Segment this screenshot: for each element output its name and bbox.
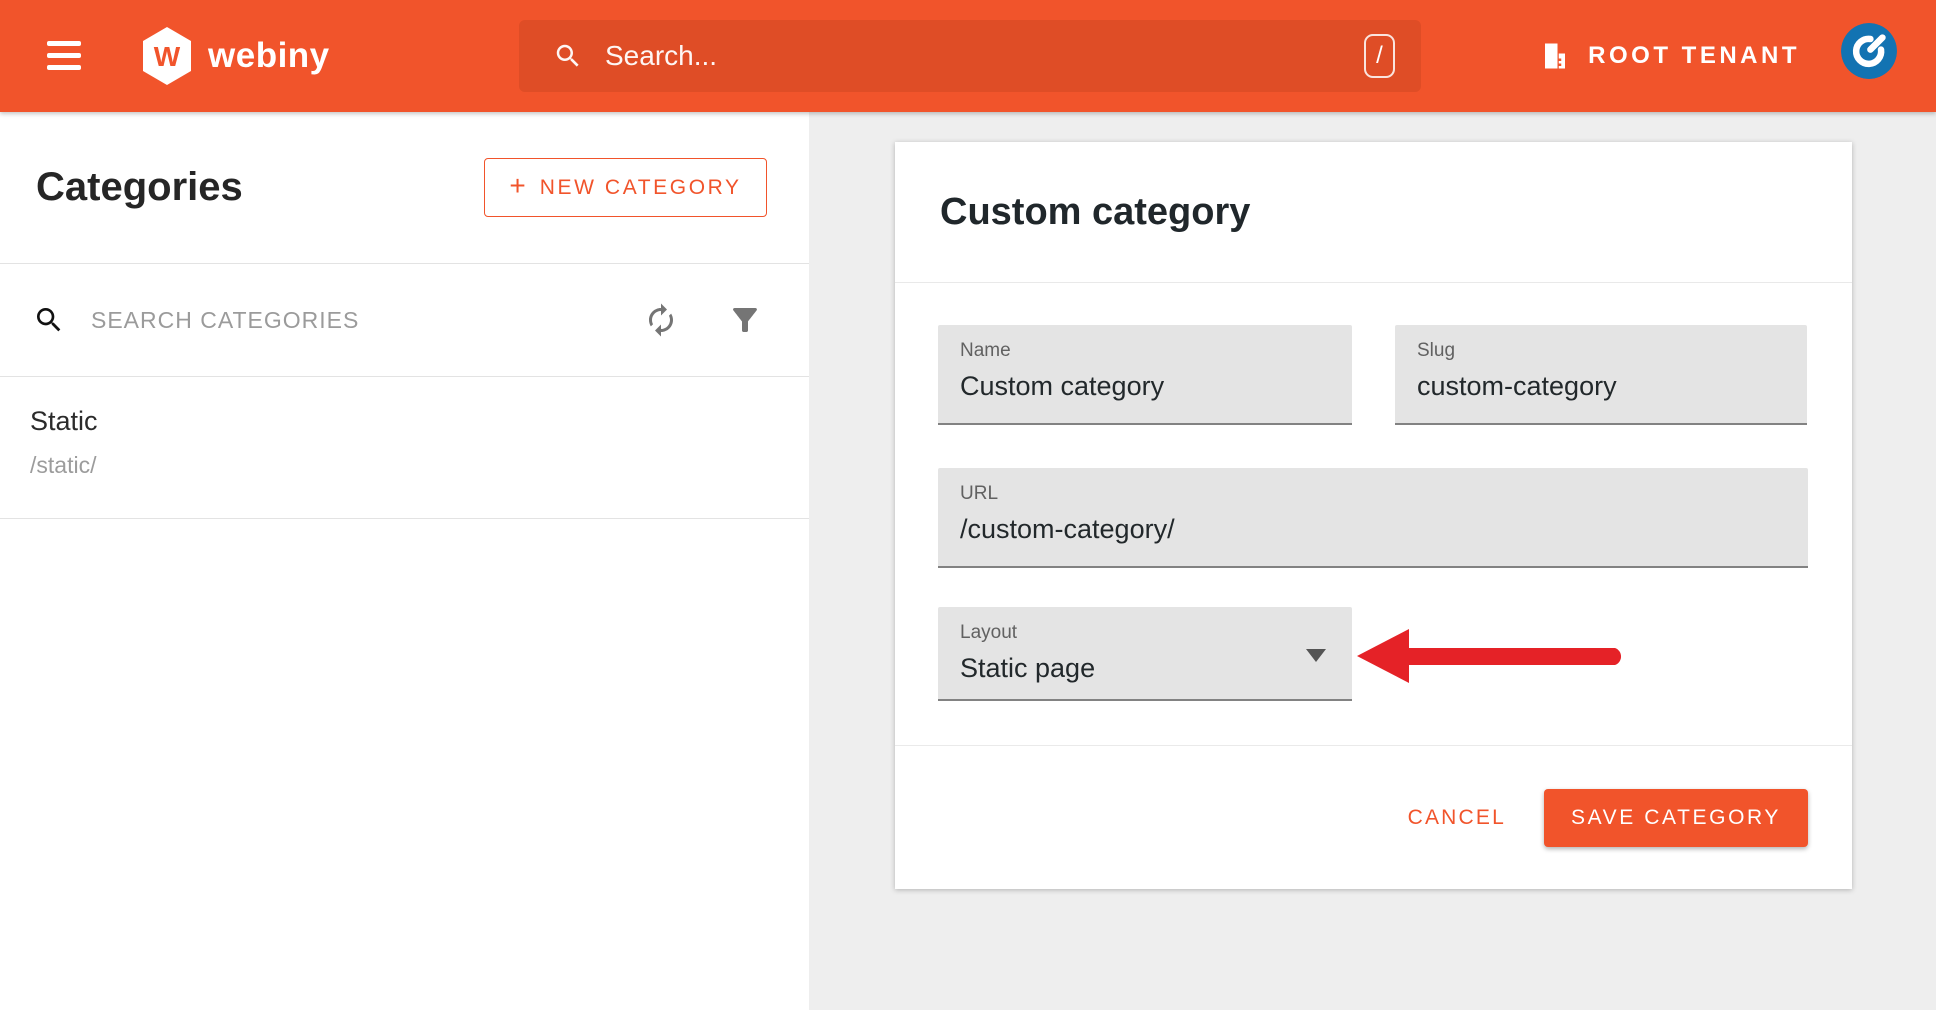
filter-button[interactable] — [727, 302, 763, 338]
category-list-item[interactable]: Static /static/ — [0, 377, 809, 519]
menu-icon[interactable] — [47, 41, 81, 70]
refresh-icon — [643, 302, 679, 338]
plus-icon: + — [509, 170, 525, 202]
category-name: Static — [30, 406, 779, 437]
new-category-button[interactable]: + NEW CATEGORY — [484, 158, 767, 217]
tenant-label: ROOT TENANT — [1588, 42, 1800, 70]
content-area: Custom category Name Custom category Slu… — [809, 112, 1936, 1010]
svg-text:W: W — [154, 41, 181, 72]
layout-select-value: Static page — [960, 653, 1330, 684]
slash-shortcut-badge: / — [1364, 34, 1395, 78]
global-search-input[interactable] — [605, 20, 1364, 92]
global-search-bar[interactable]: / — [519, 20, 1421, 92]
search-icon — [553, 41, 583, 71]
layout-select[interactable]: Layout Static page — [938, 607, 1352, 701]
slug-field-value: custom-category — [1417, 371, 1785, 402]
chevron-down-icon — [1306, 649, 1326, 662]
slug-field-label: Slug — [1417, 340, 1785, 362]
form-footer: CANCEL SAVE CATEGORY — [895, 745, 1852, 889]
red-annotation-arrow — [1355, 619, 1633, 695]
filter-icon — [727, 302, 763, 338]
brand-wordmark: webiny — [208, 36, 330, 76]
url-field-value: /custom-category/ — [960, 514, 1786, 545]
new-category-button-label: NEW CATEGORY — [540, 176, 742, 200]
url-field[interactable]: URL /custom-category/ — [938, 468, 1808, 568]
layout-select-label: Layout — [960, 622, 1330, 644]
form-header: Custom category — [895, 142, 1852, 283]
refresh-button[interactable] — [643, 302, 679, 338]
categories-header: Categories + NEW CATEGORY — [0, 112, 809, 264]
category-search-row — [0, 264, 809, 377]
webiny-logo: W webiny — [140, 26, 330, 86]
webiny-hexagon-icon: W — [140, 26, 194, 86]
categories-panel: Categories + NEW CATEGORY Static /static… — [0, 112, 809, 1010]
save-category-button[interactable]: SAVE CATEGORY — [1544, 789, 1808, 847]
category-slug: /static/ — [30, 452, 779, 479]
name-field[interactable]: Name Custom category — [938, 325, 1352, 425]
url-field-label: URL — [960, 483, 1786, 505]
user-avatar[interactable] — [1841, 23, 1897, 79]
top-app-bar: W webiny / ROOT TENANT — [0, 0, 1936, 112]
cancel-button[interactable]: CANCEL — [1408, 806, 1506, 830]
name-field-label: Name — [960, 340, 1330, 362]
building-icon — [1540, 41, 1570, 71]
category-search-input[interactable] — [91, 307, 595, 334]
category-form-card: Custom category Name Custom category Slu… — [895, 142, 1852, 889]
search-icon — [33, 304, 65, 336]
slug-field[interactable]: Slug custom-category — [1395, 325, 1807, 425]
form-title: Custom category — [940, 191, 1250, 234]
tenant-selector[interactable]: ROOT TENANT — [1540, 0, 1800, 112]
page-title: Categories — [36, 165, 243, 210]
name-field-value: Custom category — [960, 371, 1330, 402]
